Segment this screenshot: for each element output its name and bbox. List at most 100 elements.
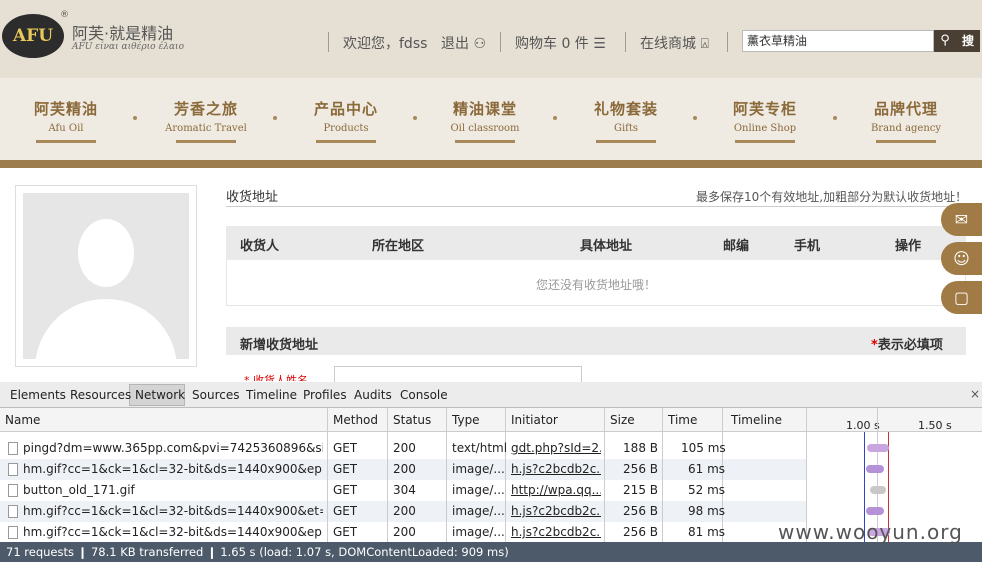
receiver-name-input[interactable] — [334, 366, 582, 382]
tab-network[interactable]: Network — [135, 388, 185, 402]
col-mobile: 手机 — [794, 239, 821, 254]
row-status: 200 — [393, 504, 416, 518]
col-method[interactable]: Method — [333, 413, 378, 427]
search-icon[interactable]: ⚲ — [934, 30, 956, 52]
col-actions: 操作 — [895, 239, 922, 254]
row-initiator[interactable]: gdt.php?sId=2... — [511, 441, 601, 455]
search-button[interactable]: 搜 — [956, 30, 980, 52]
nav-item-label: 产品中心 — [313, 100, 378, 118]
cart-icon: ☰ — [593, 36, 606, 52]
online-shop-link[interactable]: 在线商城 ⍓ — [640, 33, 709, 53]
required-note-text: 表示必填项 — [877, 338, 943, 353]
tab-timeline[interactable]: Timeline — [246, 388, 297, 402]
col-type[interactable]: Type — [452, 413, 480, 427]
row-method: GET — [333, 504, 358, 518]
nav-separator-dot — [553, 116, 557, 120]
nav-underline — [596, 140, 656, 143]
required-star: * — [871, 338, 878, 353]
tab-audits[interactable]: Audits — [354, 388, 392, 402]
row-name: hm.gif?cc=1&ck=1&cl=32-bit&ds=1440x900&e… — [23, 525, 323, 539]
watermark: www.wooyun.org — [778, 520, 963, 544]
tab-elements[interactable]: Elements — [10, 388, 66, 402]
search-input[interactable]: 薰衣草精油 — [742, 30, 934, 52]
close-icon[interactable]: × — [970, 387, 980, 401]
row-status: 200 — [393, 525, 416, 539]
message-icon[interactable]: ✉ — [941, 203, 982, 236]
avatar-body-shape — [35, 299, 177, 359]
nav-item-sublabel: Oil classroom — [450, 123, 520, 134]
col-name[interactable]: Name — [5, 413, 40, 427]
nav-item-sublabel: Products — [323, 123, 369, 134]
column-divider — [387, 408, 388, 542]
network-status-bar: 71 requests ❙ 78.1 KB transferred ❙ 1.65… — [0, 542, 982, 562]
row-name: pingd?dm=www.365pp.com&pvi=7425360896&si… — [23, 441, 323, 455]
row-time: 98 ms — [688, 504, 726, 518]
row-initiator[interactable]: h.js?c2bcdb2c... — [511, 462, 601, 476]
nav-item-label: 精油课堂 — [452, 100, 517, 118]
row-size: 256 B — [623, 462, 658, 476]
timeline-bar — [866, 465, 884, 473]
nav-item-aromatic-travel[interactable]: 芳香之旅 Aromatic Travel — [151, 98, 261, 143]
header-divider — [500, 32, 501, 52]
phone-icon[interactable]: ▢ — [941, 281, 982, 314]
col-size[interactable]: Size — [610, 413, 635, 427]
row-name: hm.gif?cc=1&ck=1&cl=32-bit&ds=1440x900&e… — [23, 462, 323, 476]
row-initiator[interactable]: h.js?c2bcdb2c... — [511, 504, 601, 518]
address-limit-note: 最多保存10个有效地址,加粗部分为默认收货地址！ — [696, 190, 968, 204]
nav-item-afu-oil[interactable]: 阿芙精油 Afu Oil — [11, 98, 121, 143]
timeline-tick: 1.50 s — [918, 419, 952, 432]
col-time[interactable]: Time — [668, 413, 697, 427]
column-divider — [662, 408, 663, 542]
nav-item-brand-agency[interactable]: 品牌代理 Brand agency — [851, 98, 961, 143]
nav-item-oil-classroom[interactable]: 精油课堂 Oil classroom — [430, 98, 540, 143]
nav-item-sublabel: Online Shop — [733, 123, 797, 134]
tab-profiles[interactable]: Profiles — [303, 388, 347, 402]
col-initiator[interactable]: Initiator — [511, 413, 558, 427]
avatar[interactable] — [23, 193, 189, 359]
qq-icon[interactable]: ☺ — [941, 242, 982, 275]
file-icon — [8, 526, 18, 539]
logo-registered-mark: ® — [60, 10, 69, 20]
logo-slogan-en: AFU είναι αιθέριο έλαιο — [72, 42, 184, 52]
nav-item-products[interactable]: 产品中心 Products — [291, 98, 401, 143]
col-detail-address: 具体地址 — [580, 239, 633, 254]
row-status: 304 — [393, 483, 416, 497]
file-icon — [8, 484, 18, 497]
timeline-bar — [867, 444, 889, 452]
row-method: GET — [333, 483, 358, 497]
logout-link[interactable]: 退出 ⚇ — [441, 33, 486, 53]
row-method: GET — [333, 525, 358, 539]
cart-link[interactable]: 购物车 0 件 ☰ — [515, 33, 606, 53]
row-method: GET — [333, 441, 358, 455]
nav-item-gifts[interactable]: 礼物套装 Gifts — [571, 98, 681, 143]
column-divider — [446, 408, 447, 542]
timeline-bar — [870, 486, 886, 494]
online-shop-label: 在线商城 — [640, 36, 696, 52]
afu-logo[interactable]: AFU — [2, 14, 64, 58]
nav-separator-dot — [693, 116, 697, 120]
nav-item-label: 芳香之旅 — [173, 100, 238, 118]
row-initiator[interactable]: http://wpa.qq.... — [511, 483, 601, 497]
tab-console[interactable]: Console — [400, 388, 448, 402]
section-divider — [226, 206, 966, 207]
col-timeline[interactable]: Timeline — [731, 413, 782, 427]
row-method: GET — [333, 462, 358, 476]
header-divider — [727, 32, 728, 52]
col-receiver: 收货人 — [240, 239, 280, 254]
logout-label: 退出 — [441, 36, 469, 52]
nav-item-label: 阿芙专柜 — [732, 100, 797, 118]
row-status: 200 — [393, 462, 416, 476]
tab-sources[interactable]: Sources — [192, 388, 239, 402]
logo-slogan-cn: 阿芙·就是精油 — [72, 24, 174, 43]
nav-item-label: 阿芙精油 — [33, 100, 98, 118]
row-size: 256 B — [623, 504, 658, 518]
nav-underline — [316, 140, 376, 143]
row-initiator[interactable]: h.js?c2bcdb2c... — [511, 525, 601, 539]
col-status[interactable]: Status — [393, 413, 431, 427]
nav-item-online-shop[interactable]: 阿芙专柜 Online Shop — [710, 98, 820, 143]
tab-resources[interactable]: Resources — [70, 388, 131, 402]
nav-item-sublabel: Brand agency — [870, 123, 942, 134]
nav-item-sublabel: Afu Oil — [48, 123, 84, 134]
nav-bottom-bar — [0, 160, 982, 168]
welcome-text: 欢迎您，fdss — [343, 36, 428, 52]
